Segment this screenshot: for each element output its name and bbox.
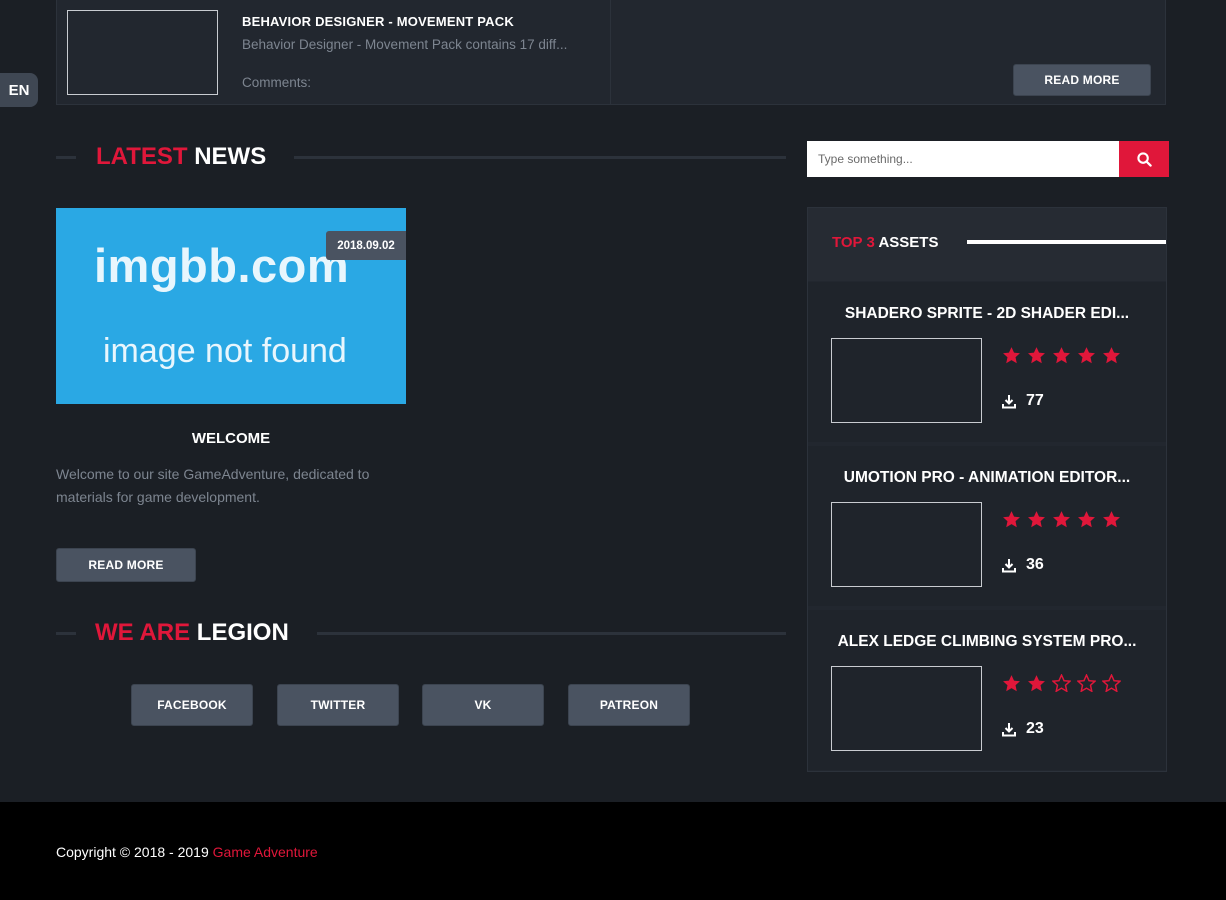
search-icon	[1136, 151, 1152, 167]
news-title[interactable]: WELCOME	[56, 430, 406, 447]
latest-news-heading: LATEST NEWS	[56, 143, 786, 173]
download-count: 77	[1002, 392, 1044, 410]
asset-name[interactable]: ALEX LEDGE CLIMBING SYSTEM PRO...	[808, 633, 1166, 651]
heading-accent: TOP 3	[832, 234, 875, 251]
latest-news-title: LATEST NEWS	[96, 143, 266, 171]
card-divider	[610, 0, 611, 104]
vk-button[interactable]: VK	[422, 684, 544, 726]
star-icon	[1003, 675, 1020, 692]
asset-name[interactable]: UMOTION PRO - ANIMATION EDITOR...	[808, 469, 1166, 487]
heading-accent: WE ARE	[95, 619, 191, 646]
legion-title: WE ARE LEGION	[95, 619, 289, 647]
star-icon	[1102, 674, 1121, 692]
rating-stars	[1002, 674, 1121, 692]
download-count-value: 36	[1026, 556, 1044, 573]
image-placeholder-line1: imgbb.com	[94, 239, 350, 292]
star-icon	[1078, 511, 1095, 528]
heading-rest: NEWS	[194, 143, 267, 170]
legion-heading: WE ARE LEGION	[56, 619, 786, 649]
language-switcher[interactable]: EN	[0, 73, 38, 107]
download-count-value: 77	[1026, 392, 1044, 409]
top-assets-title: TOP 3 ASSETS	[832, 234, 938, 251]
top-assets-header: TOP 3 ASSETS	[808, 208, 1166, 281]
download-count-value: 23	[1026, 720, 1044, 737]
asset-thumbnail[interactable]	[831, 502, 982, 587]
download-count: 36	[1002, 556, 1044, 574]
heading-line	[967, 240, 1166, 244]
rating-stars	[1002, 510, 1121, 528]
heading-accent: LATEST	[96, 143, 188, 170]
star-icon	[1003, 511, 1020, 528]
asset-card: ALEX LEDGE CLIMBING SYSTEM PRO... 23	[808, 610, 1166, 770]
star-icon	[1103, 511, 1120, 528]
star-icon	[1078, 347, 1095, 364]
star-icon	[1053, 511, 1070, 528]
featured-asset-title[interactable]: BEHAVIOR DESIGNER - MOVEMENT PACK	[242, 14, 514, 29]
star-icon	[1028, 347, 1045, 364]
download-icon	[1002, 722, 1016, 736]
footer-brand-link[interactable]: Game Adventure	[213, 844, 318, 860]
news-read-more-button[interactable]: READ MORE	[56, 548, 196, 582]
featured-asset-description: Behavior Designer - Movement Pack contai…	[242, 37, 568, 52]
featured-asset-card: BEHAVIOR DESIGNER - MOVEMENT PACK Behavi…	[56, 0, 1166, 105]
heading-dash	[56, 632, 76, 635]
star-icon	[1028, 675, 1045, 692]
featured-asset-thumbnail[interactable]	[67, 10, 218, 95]
copyright-text: Copyright © 2018 - 2019	[56, 844, 213, 860]
image-placeholder-line2: image not found	[103, 332, 347, 370]
featured-read-more-button[interactable]: READ MORE	[1013, 64, 1151, 96]
news-excerpt: Welcome to our site GameAdventure, dedic…	[56, 466, 370, 505]
star-icon	[1103, 347, 1120, 364]
heading-rest: ASSETS	[878, 234, 939, 251]
search-button[interactable]	[1119, 141, 1169, 177]
star-icon	[1052, 674, 1071, 692]
heading-line	[317, 632, 786, 635]
star-icon	[1028, 511, 1045, 528]
search-input[interactable]	[807, 141, 1119, 177]
download-count: 23	[1002, 720, 1044, 738]
asset-card: SHADERO SPRITE - 2D SHADER EDI... 77	[808, 282, 1166, 442]
download-icon	[1002, 558, 1016, 572]
download-icon	[1002, 394, 1016, 408]
asset-name[interactable]: SHADERO SPRITE - 2D SHADER EDI...	[808, 305, 1166, 323]
heading-dash	[56, 156, 76, 159]
footer: Copyright © 2018 - 2019 Game Adventure	[0, 802, 1226, 900]
facebook-button[interactable]: FACEBOOK	[131, 684, 253, 726]
rating-stars	[1002, 346, 1121, 364]
star-icon	[1003, 347, 1020, 364]
footer-copyright: Copyright © 2018 - 2019 Game Adventure	[56, 844, 318, 860]
featured-asset-comments: Comments:	[242, 75, 312, 90]
twitter-button[interactable]: TWITTER	[277, 684, 399, 726]
news-date-badge: 2018.09.02	[326, 231, 406, 260]
star-icon	[1053, 347, 1070, 364]
asset-thumbnail[interactable]	[831, 338, 982, 423]
asset-thumbnail[interactable]	[831, 666, 982, 751]
asset-card: UMOTION PRO - ANIMATION EDITOR... 36	[808, 446, 1166, 606]
heading-rest: LEGION	[196, 619, 289, 646]
heading-line	[294, 156, 786, 159]
patreon-button[interactable]: PATREON	[568, 684, 690, 726]
star-icon	[1077, 674, 1096, 692]
